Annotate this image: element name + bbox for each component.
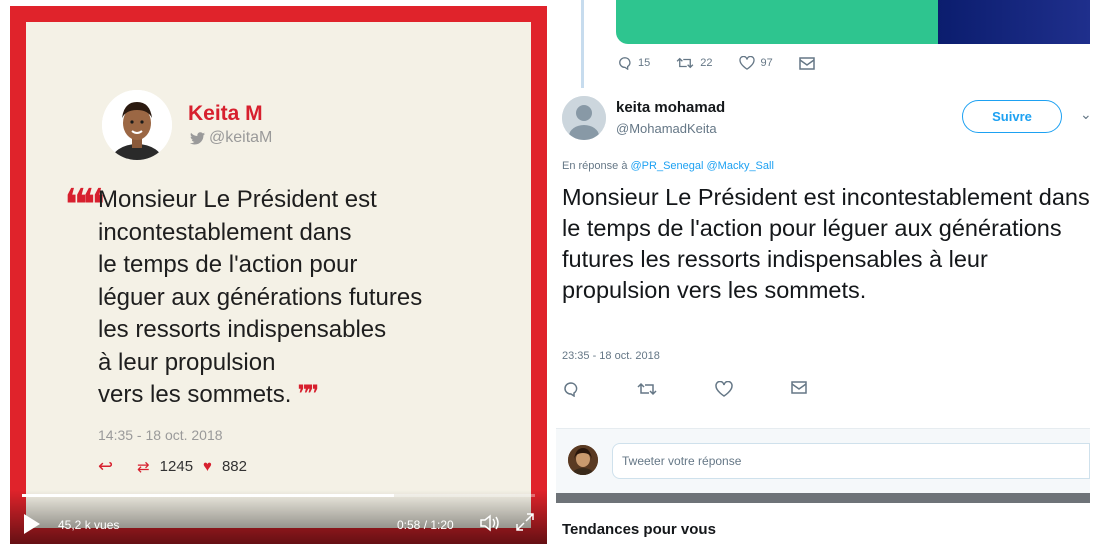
author-avatar [102,90,172,160]
tweet-actions [563,381,807,397]
video-controls-gradient [10,490,547,544]
volume-icon[interactable] [478,512,502,534]
video-timecode: 0:58 / 1:20 [397,518,454,532]
fullscreen-icon[interactable] [515,512,535,532]
envelope-icon[interactable] [791,381,807,394]
retweet-count: 22 [700,57,713,69]
quote-line: les ressorts indispensables [98,316,387,343]
previous-tweet-actions: 15 22 97 [618,56,815,70]
reply-bubble-icon[interactable] [563,381,579,397]
reply-context: En réponse à @PR_Senegal @Macky_Sall [562,160,774,172]
card-timestamp: 14:35 - 18 oct. 2018 [98,427,223,443]
reply-arrow-icon: ↩ [98,456,114,476]
reply-action[interactable]: 15 [618,56,650,70]
quote-line: léguer aux générations futures [98,283,423,311]
like-action[interactable]: 97 [738,56,773,70]
follow-button[interactable]: Suivre [962,100,1062,133]
heart-outline-icon [738,56,755,70]
quote-line: le temps de l'action pour [98,251,358,278]
twitter-bird-icon [190,131,205,144]
video-player[interactable]: Keita M @keitaM ❝❝ Monsieur Le Président… [10,6,547,544]
like-count: 97 [760,57,773,69]
reply-input[interactable]: Tweeter votre réponse [612,443,1090,479]
reply-count: 15 [638,57,651,69]
thread-line [581,0,584,88]
quote-line: vers les sommets. [98,381,292,408]
reply-bubble-icon [619,57,631,70]
close-quote-mark: ❞❞ [297,381,319,408]
author-handle-row: @keitaM [190,129,272,147]
heart-outline-icon[interactable] [715,381,733,397]
previous-tweet-media-2[interactable] [938,0,1090,44]
quote-line: Monsieur Le Président est [98,186,377,213]
video-progress-bar[interactable] [22,494,535,497]
view-count: 45,2 k vues [58,518,120,532]
previous-tweet-media[interactable] [616,0,938,44]
like-count: 882 [221,458,247,475]
retweet-icon[interactable] [637,381,657,397]
retweet-action[interactable]: 22 [676,56,713,70]
chevron-down-icon[interactable]: ⌄ [1080,106,1092,123]
card-stats: ↩ ⇄ 1245 ♥ 882 [98,456,247,477]
quote-line-last: vers les sommets. ❞❞ [98,379,518,412]
play-icon[interactable] [24,514,40,534]
quote-text: Monsieur Le Président est incontestablem… [98,184,518,412]
retweet-icon: ⇄ [137,458,150,476]
user-handle[interactable]: @MohamadKeita [616,121,717,136]
video-progress-fill [22,494,394,497]
author-name: Keita M [188,102,263,125]
retweet-count: 1245 [159,458,194,475]
heart-icon: ♥ [203,458,212,475]
author-handle: @keitaM [209,129,273,146]
reply-mentions[interactable]: @PR_Senegal @Macky_Sall [631,160,774,172]
open-quote-mark: ❝❝ [64,181,105,230]
reply-placeholder: Tweeter votre réponse [622,454,742,468]
user-avatar[interactable] [562,96,606,140]
dm-action[interactable] [799,56,815,70]
tweet-timestamp[interactable]: 23:35 - 18 oct. 2018 [562,350,660,362]
retweet-icon [676,57,694,69]
section-separator [556,493,1090,503]
quote-line: à leur propulsion [98,348,276,376]
trends-heading: Tendances pour vous [562,521,716,538]
current-user-avatar [568,445,598,475]
quote-line: incontestablement dans [98,218,352,246]
tweet-text: Monsieur Le Président est incontestablem… [562,184,1090,303]
envelope-icon [799,56,815,70]
user-name[interactable]: keita mohamad [616,99,725,116]
reply-prefix: En réponse à [562,160,628,172]
